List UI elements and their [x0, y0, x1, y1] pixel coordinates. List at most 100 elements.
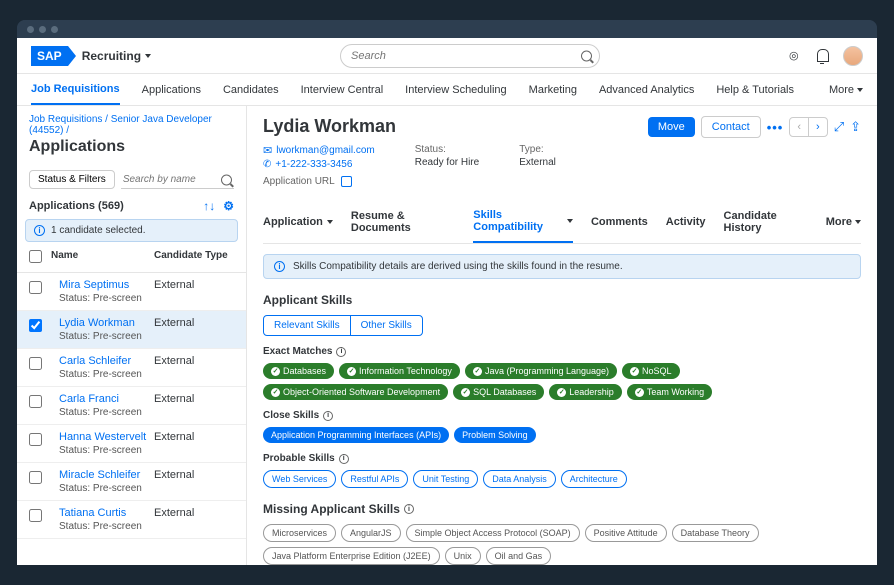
row-checkbox[interactable]	[29, 319, 42, 332]
skill-pill[interactable]: ✓NoSQL	[622, 363, 680, 379]
nav-marketing[interactable]: Marketing	[529, 76, 577, 104]
row-checkbox[interactable]	[29, 471, 42, 484]
skill-pill[interactable]: ✓Information Technology	[339, 363, 460, 379]
nav-interview-scheduling[interactable]: Interview Scheduling	[405, 76, 507, 104]
skill-pill[interactable]: ✓Databases	[263, 363, 334, 379]
info-icon[interactable]: i	[336, 347, 346, 357]
row-checkbox[interactable]	[29, 509, 42, 522]
name-search-input[interactable]	[121, 171, 234, 189]
candidate-type: External	[154, 355, 234, 380]
top-bar: SAP Recruiting ◎	[17, 38, 877, 74]
nav-help-tutorials[interactable]: Help & Tutorials	[716, 76, 794, 104]
candidate-link[interactable]: Miracle Schleifer	[59, 469, 140, 481]
tab-comments[interactable]: Comments	[591, 208, 648, 236]
skill-pill[interactable]: Database Theory	[672, 524, 759, 542]
skill-pill[interactable]: ✓Object-Oriented Software Development	[263, 384, 448, 400]
candidate-type: External	[154, 393, 234, 418]
candidate-link[interactable]: Mira Septimus	[59, 279, 129, 291]
list-item[interactable]: Lydia WorkmanStatus: Pre-screenExternal	[17, 311, 246, 349]
skill-tab-relevant[interactable]: Relevant Skills	[264, 316, 351, 335]
candidate-link[interactable]: Tatiana Curtis	[59, 507, 126, 519]
info-icon[interactable]: i	[339, 454, 349, 464]
prev-icon[interactable]: ‹	[790, 118, 809, 136]
contact-button[interactable]: Contact	[701, 116, 761, 138]
candidate-link[interactable]: Hanna Westervelt	[59, 431, 146, 443]
skill-pill[interactable]: ✓Java (Programming Language)	[465, 363, 617, 379]
main-panel: Lydia Workman Move Contact ••• ‹ › ⤢ ⇪	[247, 106, 877, 565]
tab-skills-compatibility[interactable]: Skills Compatibility	[473, 201, 573, 243]
candidate-link[interactable]: Carla Schleifer	[59, 355, 131, 367]
skill-pill[interactable]: ✓Team Working	[627, 384, 712, 400]
chevron-down-icon	[567, 219, 573, 223]
skill-pill[interactable]: Oil and Gas	[486, 547, 552, 565]
app-switcher[interactable]: Recruiting	[82, 49, 151, 63]
list-item[interactable]: Hanna WesterveltStatus: Pre-screenExtern…	[17, 425, 246, 463]
expand-icon[interactable]: ⤢	[834, 119, 844, 135]
sap-logo[interactable]: SAP	[31, 46, 68, 66]
skill-pill[interactable]: ✓Leadership	[549, 384, 622, 400]
applicant-skills-title: Applicant Skills	[263, 293, 861, 307]
info-icon: i	[274, 261, 285, 272]
chevron-down-icon	[327, 220, 333, 224]
avatar[interactable]	[843, 46, 863, 66]
settings-icon[interactable]: ⚙	[223, 199, 234, 213]
skill-pill[interactable]: Data Analysis	[483, 470, 556, 488]
skill-pill[interactable]: Microservices	[263, 524, 336, 542]
skill-pill[interactable]: Architecture	[561, 470, 627, 488]
next-icon[interactable]: ›	[809, 118, 827, 136]
row-checkbox[interactable]	[29, 395, 42, 408]
candidate-link[interactable]: Lydia Workman	[59, 317, 135, 329]
nav-advanced-analytics[interactable]: Advanced Analytics	[599, 76, 694, 104]
select-all-checkbox[interactable]	[29, 250, 42, 263]
skill-pill[interactable]: Unix	[445, 547, 481, 565]
sort-icon[interactable]: ↑↓	[203, 199, 215, 213]
row-checkbox[interactable]	[29, 281, 42, 294]
missing-skills-title: Missing Applicant Skills	[263, 502, 400, 516]
skill-pill[interactable]: Java Platform Enterprise Edition (J2EE)	[263, 547, 440, 565]
nav-job-requisitions[interactable]: Job Requisitions	[31, 75, 120, 105]
phone-icon: ✆	[263, 159, 271, 170]
bell-icon[interactable]	[817, 49, 829, 62]
probable-skills-title: Probable Skills	[263, 453, 335, 464]
list-item[interactable]: Mira SeptimusStatus: Pre-screenExternal	[17, 273, 246, 311]
skill-pill[interactable]: Unit Testing	[413, 470, 478, 488]
nav-interview-central[interactable]: Interview Central	[301, 76, 384, 104]
nav-applications[interactable]: Applications	[142, 76, 201, 104]
skill-pill[interactable]: Simple Object Access Protocol (SOAP)	[406, 524, 580, 542]
row-checkbox[interactable]	[29, 357, 42, 370]
activity-icon[interactable]: ◎	[789, 49, 803, 63]
skill-pill[interactable]: Positive Attitude	[585, 524, 667, 542]
global-search-input[interactable]	[340, 44, 600, 68]
tabs-more[interactable]: More	[826, 208, 861, 236]
skill-pill[interactable]: Application Programming Interfaces (APIs…	[263, 427, 449, 443]
nav-more[interactable]: More	[829, 84, 863, 96]
skill-pill[interactable]: AngularJS	[341, 524, 401, 542]
skill-pill[interactable]: ✓SQL Databases	[453, 384, 544, 400]
skill-tab-other[interactable]: Other Skills	[351, 316, 422, 335]
list-item[interactable]: Carla FranciStatus: Pre-screenExternal	[17, 387, 246, 425]
breadcrumb[interactable]: Job Requisitions / Senior Java Developer…	[17, 106, 246, 138]
skill-pill[interactable]: Restful APIs	[341, 470, 408, 488]
email-link[interactable]: ✉lworkman@gmail.com	[263, 144, 375, 157]
info-icon[interactable]: i	[323, 411, 333, 421]
mail-icon: ✉	[263, 144, 272, 157]
pin-icon[interactable]: ⇪	[850, 119, 861, 135]
tab-activity[interactable]: Activity	[666, 208, 706, 236]
tab-application[interactable]: Application	[263, 208, 333, 236]
info-icon[interactable]: i	[404, 504, 414, 514]
list-item[interactable]: Tatiana CurtisStatus: Pre-screenExternal	[17, 501, 246, 539]
skill-pill[interactable]: Problem Solving	[454, 427, 536, 443]
tab-candidate-history[interactable]: Candidate History	[724, 202, 808, 242]
nav-candidates[interactable]: Candidates	[223, 76, 279, 104]
skill-pill[interactable]: Web Services	[263, 470, 336, 488]
list-item[interactable]: Carla SchleiferStatus: Pre-screenExterna…	[17, 349, 246, 387]
list-item[interactable]: Miracle SchleiferStatus: Pre-screenExter…	[17, 463, 246, 501]
status-filters-button[interactable]: Status & Filters	[29, 170, 115, 189]
copy-icon[interactable]	[341, 176, 352, 187]
row-checkbox[interactable]	[29, 433, 42, 446]
phone-link[interactable]: ✆+1-222-333-3456	[263, 159, 375, 170]
candidate-link[interactable]: Carla Franci	[59, 393, 119, 405]
tab-resume-documents[interactable]: Resume & Documents	[351, 202, 455, 242]
move-button[interactable]: Move	[648, 117, 695, 137]
more-actions-icon[interactable]: •••	[767, 120, 784, 135]
